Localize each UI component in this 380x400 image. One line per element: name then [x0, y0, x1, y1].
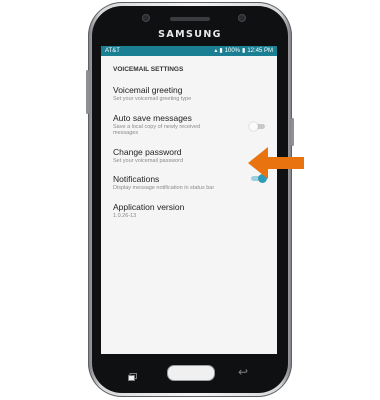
power-button	[291, 118, 294, 146]
back-icon: ↩	[238, 365, 249, 379]
signal-icon: ▴	[214, 48, 218, 54]
setting-title: Application version	[113, 201, 185, 212]
setting-subtitle: Set your voicemail password	[113, 157, 184, 164]
status-bar: AT&T ▴ ▮ 100% ▮ 12:45 PM	[101, 46, 277, 56]
brand-logo: SAMSUNG	[158, 29, 222, 40]
phone-screen: AT&T ▴ ▮ 100% ▮ 12:45 PM VOICEMAIL SETTI…	[101, 46, 277, 354]
volume-button	[86, 70, 89, 114]
setting-notifications[interactable]: Notifications Display message notificati…	[113, 174, 267, 192]
settings-list: VOICEMAIL SETTINGS Voicemail greeting Se…	[101, 56, 277, 219]
setting-subtitle: Display message notification in status b…	[113, 185, 215, 191]
setting-voicemail-greeting[interactable]: Voicemail greeting Set your voicemail gr…	[113, 85, 265, 103]
setting-title: Notifications	[113, 174, 160, 184]
status-icons: ▴ ▮ 100% ▮ 12:45 PM	[214, 48, 273, 54]
back-key[interactable]: ↩	[238, 366, 248, 378]
callout-arrow-icon	[248, 147, 304, 179]
carrier-label: AT&T	[105, 48, 120, 54]
setting-title: Change password	[113, 146, 182, 157]
auto-save-toggle[interactable]	[249, 121, 267, 131]
proximity-sensor	[239, 15, 245, 21]
signal-bars-icon: ▮	[219, 48, 223, 54]
home-button[interactable]	[167, 365, 215, 381]
battery-level: 100%	[224, 48, 240, 54]
setting-subtitle: 1.0.26-13	[113, 212, 137, 219]
earpiece-speaker	[170, 17, 210, 21]
toggle-knob	[249, 121, 258, 131]
setting-title: Auto save messages	[113, 112, 192, 123]
battery-icon: ▮	[242, 48, 246, 54]
recent-apps-key[interactable]	[128, 368, 137, 381]
setting-title: Voicemail greeting	[113, 85, 183, 95]
recent-apps-icon	[128, 373, 137, 381]
setting-change-password[interactable]: Change password Set your voicemail passw…	[113, 147, 265, 165]
front-camera-icon	[143, 15, 149, 21]
setting-subtitle: Set your voicemail greeting type	[113, 96, 192, 102]
clock: 12:45 PM	[247, 48, 273, 54]
setting-application-version: Application version 1.0.26-13	[113, 202, 265, 220]
section-title: VOICEMAIL SETTINGS	[113, 66, 184, 73]
setting-subtitle: Save a local copy of newly received mess…	[113, 123, 201, 137]
setting-auto-save-messages[interactable]: Auto save messages Save a local copy of …	[113, 113, 265, 137]
